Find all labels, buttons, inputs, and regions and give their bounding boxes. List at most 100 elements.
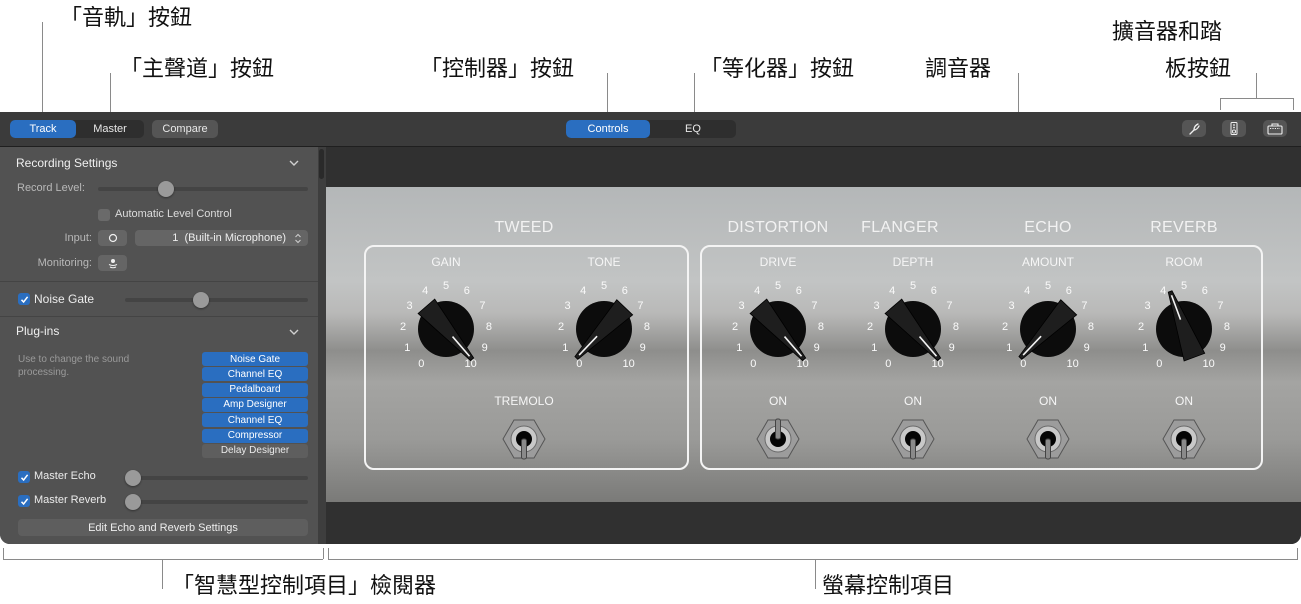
checkmark-icon bbox=[20, 497, 28, 505]
bracket-inspector-l bbox=[3, 548, 4, 559]
input-label: Input: bbox=[64, 232, 92, 244]
pedalboard-icon bbox=[1230, 122, 1238, 135]
toggle-switch[interactable] bbox=[1159, 414, 1209, 474]
toolbar: Track Master Compare Controls EQ bbox=[0, 112, 1301, 147]
callout-line-amp-pedal-l bbox=[1220, 98, 1221, 110]
record-level-slider[interactable] bbox=[98, 187, 308, 191]
knob-label-room: ROOM bbox=[1165, 255, 1203, 269]
monitoring-button[interactable] bbox=[98, 255, 127, 271]
record-level-knob[interactable] bbox=[158, 181, 175, 197]
switch-label-on: ON bbox=[904, 394, 922, 408]
knob-depth[interactable] bbox=[868, 284, 958, 374]
master-reverb-slider[interactable] bbox=[125, 500, 308, 504]
amp-faceplate: TWEED DISTORTION FLANGER ECHO REVERB GAIN 0 1 2 3… bbox=[326, 187, 1301, 502]
controls-button[interactable]: Controls bbox=[566, 120, 650, 138]
auto-level-checkbox[interactable] bbox=[98, 209, 110, 221]
smart-controls-inspector: Recording Settings Record Level: Automat… bbox=[0, 147, 318, 544]
inspector-scrollbar[interactable] bbox=[318, 147, 326, 544]
callout-line-amp-pedal-h bbox=[1220, 98, 1294, 99]
knob-label-amount: AMOUNT bbox=[1022, 255, 1074, 269]
chevron-down-icon[interactable] bbox=[288, 157, 300, 169]
toggle-switch[interactable] bbox=[1023, 414, 1073, 474]
plugin-slot[interactable]: Compressor bbox=[202, 428, 308, 443]
switch-label-on: ON bbox=[769, 394, 787, 408]
bracket-inspector-r bbox=[323, 548, 324, 559]
recording-settings-title: Recording Settings bbox=[16, 156, 118, 170]
plugin-slot[interactable]: Amp Designer bbox=[202, 397, 308, 412]
master-button[interactable]: Master bbox=[76, 120, 144, 138]
bracket-inspector-h bbox=[3, 559, 323, 560]
section-title-reverb: REVERB bbox=[1150, 219, 1218, 236]
switch-lever bbox=[775, 418, 781, 440]
master-echo-slider[interactable] bbox=[125, 476, 308, 480]
plugin-slot[interactable]: Channel EQ bbox=[202, 367, 308, 382]
switch-lever bbox=[1181, 438, 1187, 460]
plugins-description: Use to change the sound processing. bbox=[18, 354, 130, 378]
mono-input-icon bbox=[108, 233, 117, 243]
knob-drive[interactable] bbox=[733, 284, 823, 374]
switch-lever bbox=[1045, 438, 1051, 460]
input-select[interactable]: 1 (Built-in Microphone) bbox=[135, 230, 308, 246]
bracket-inspector-stem bbox=[162, 559, 163, 589]
plugin-slot[interactable]: Noise Gate bbox=[202, 352, 308, 366]
bracket-screen-h bbox=[328, 559, 1298, 560]
master-reverb-label: Master Reverb bbox=[34, 494, 107, 506]
section-title-echo: ECHO bbox=[1024, 219, 1072, 236]
callout-amp-pedal-1: 擴音器和踏 bbox=[1112, 20, 1223, 45]
callout-eq-button: 「等化器」按鈕 bbox=[700, 57, 855, 82]
controls-eq-segmented: Controls EQ bbox=[566, 120, 736, 138]
amp-button[interactable] bbox=[1263, 120, 1287, 137]
knob-tone[interactable] bbox=[559, 284, 649, 374]
noise-gate-knob[interactable] bbox=[193, 292, 210, 308]
eq-button[interactable]: EQ bbox=[650, 120, 736, 138]
amp-icon bbox=[1267, 122, 1283, 135]
switch-lever bbox=[910, 438, 916, 460]
noise-gate-slider[interactable] bbox=[125, 298, 308, 302]
plugin-slot[interactable]: Pedalboard bbox=[202, 382, 308, 397]
checkmark-icon bbox=[20, 295, 28, 303]
input-mono-button[interactable] bbox=[98, 230, 127, 246]
input-select-value: 1 (Built-in Microphone) bbox=[172, 232, 286, 244]
switch-lever bbox=[521, 438, 527, 460]
toggle-switch[interactable] bbox=[753, 414, 803, 474]
knob-room[interactable] bbox=[1139, 284, 1229, 374]
scrollbar-thumb[interactable] bbox=[319, 149, 324, 179]
knob-label-depth: DEPTH bbox=[892, 255, 934, 269]
chevron-down-icon[interactable] bbox=[288, 326, 300, 338]
monitoring-label: Monitoring: bbox=[37, 257, 92, 269]
master-echo-knob[interactable] bbox=[125, 470, 141, 486]
divider bbox=[0, 316, 318, 317]
divider bbox=[0, 281, 318, 282]
compare-button[interactable]: Compare bbox=[152, 120, 218, 138]
master-echo-label: Master Echo bbox=[34, 470, 96, 482]
updown-chevron-icon bbox=[295, 233, 301, 243]
switch-label-on: ON bbox=[1039, 394, 1057, 408]
plugin-slot[interactable]: Delay Designer bbox=[202, 443, 308, 458]
callout-screen-controls: 螢幕控制項目 bbox=[822, 574, 955, 599]
master-echo-checkbox[interactable] bbox=[18, 471, 30, 483]
screen-controls: TWEED DISTORTION FLANGER ECHO REVERB GAIN 0 1 2 3… bbox=[326, 147, 1301, 544]
section-title-tweed: TWEED bbox=[494, 219, 554, 236]
track-button[interactable]: Track bbox=[10, 120, 76, 138]
track-master-segmented: Track Master bbox=[10, 120, 144, 138]
toggle-switch[interactable] bbox=[499, 414, 549, 474]
record-level-label: Record Level: bbox=[17, 182, 85, 194]
noise-gate-label: Noise Gate bbox=[34, 292, 95, 306]
smart-controls-window: Track Master Compare Controls EQ Recordi… bbox=[0, 112, 1301, 544]
master-reverb-checkbox[interactable] bbox=[18, 495, 30, 507]
pedalboard-button[interactable] bbox=[1222, 120, 1246, 137]
checkmark-icon bbox=[20, 473, 28, 481]
noise-gate-checkbox[interactable] bbox=[18, 293, 30, 305]
callout-master-button: 「主聲道」按鈕 bbox=[120, 57, 275, 82]
tuner-button[interactable] bbox=[1182, 120, 1206, 137]
callout-line-track bbox=[42, 22, 43, 122]
knob-amount[interactable] bbox=[1003, 284, 1093, 374]
callout-inspector: 「智慧型控制項目」檢閱器 bbox=[172, 574, 437, 599]
plugin-slot[interactable]: Channel EQ bbox=[202, 413, 308, 428]
edit-echo-reverb-button[interactable]: Edit Echo and Reverb Settings bbox=[18, 519, 308, 536]
master-reverb-knob[interactable] bbox=[125, 494, 141, 510]
plugins-title: Plug-ins bbox=[16, 324, 60, 338]
knob-gain[interactable] bbox=[401, 284, 491, 374]
toggle-switch[interactable] bbox=[888, 414, 938, 474]
callout-line-amp-pedal-v bbox=[1256, 73, 1257, 99]
